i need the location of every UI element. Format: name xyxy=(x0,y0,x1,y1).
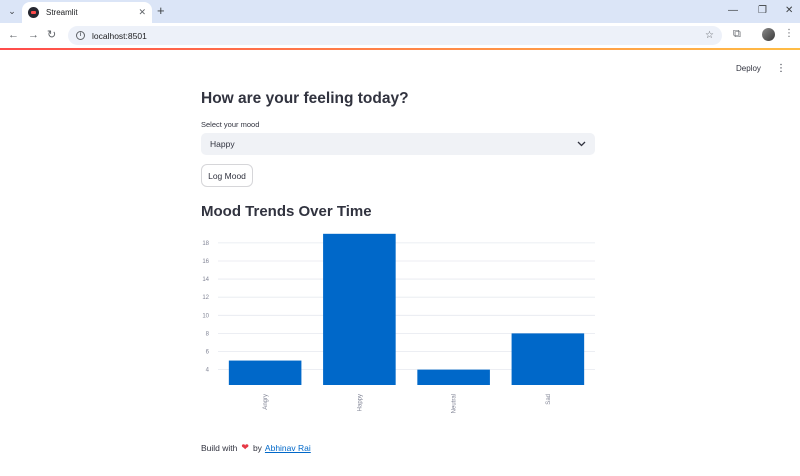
deploy-button[interactable]: Deploy xyxy=(736,64,761,73)
app-menu-icon[interactable]: ⋮ xyxy=(776,63,786,75)
footer-prefix: Build with xyxy=(201,442,238,453)
page-title: How are your feeling today? xyxy=(201,90,409,107)
site-info-icon[interactable]: i xyxy=(76,31,85,40)
footer: Build with ❤ by Abhinav Rai xyxy=(201,442,311,453)
new-tab-icon[interactable]: + xyxy=(157,3,165,19)
tab-search-icon[interactable]: ⌄ xyxy=(4,3,20,19)
y-tick-label-10: 10 xyxy=(202,313,209,319)
chart-title: Mood Trends Over Time xyxy=(201,203,372,220)
tab-title: Streamlit xyxy=(46,8,78,17)
profile-avatar[interactable] xyxy=(762,28,775,41)
y-tick-label-8: 8 xyxy=(206,331,210,337)
reload-icon[interactable]: ↻ xyxy=(47,28,56,42)
browser-tab-bar: ⌄ Streamlit ✕ + — ❐ ✕ xyxy=(0,0,800,23)
author-link[interactable]: Abhinav Rai xyxy=(265,443,311,453)
back-icon[interactable]: ← xyxy=(8,28,19,42)
footer-by: by xyxy=(252,442,262,453)
y-tick-label-14: 14 xyxy=(202,277,209,283)
mood-select-value: Happy xyxy=(210,139,235,149)
bar-neutral xyxy=(417,369,490,385)
extensions-icon[interactable]: ⧉ xyxy=(733,28,741,41)
bar-sad xyxy=(511,333,585,385)
url-text[interactable]: localhost:8501 xyxy=(92,31,705,41)
streamlit-decoration-bar xyxy=(0,48,800,50)
y-tick-label-6: 6 xyxy=(206,350,210,356)
tab-close-icon[interactable]: ✕ xyxy=(138,7,146,18)
bar-angry xyxy=(228,360,302,385)
y-tick-label-4: 4 xyxy=(206,368,210,374)
x-tick-label-neutral: Neutral xyxy=(452,394,458,413)
y-tick-label-12: 12 xyxy=(202,295,209,301)
streamlit-favicon-icon xyxy=(28,7,39,18)
forward-icon[interactable]: → xyxy=(28,28,39,42)
y-tick-label-16: 16 xyxy=(202,259,209,265)
address-bar[interactable]: i localhost:8501 ☆ xyxy=(68,26,722,45)
mood-bar-chart: 4 6 8 10 12 14 16 18 Angry Happy Neutral Sad xyxy=(202,233,595,413)
x-tick-label-sad: Sad xyxy=(546,394,552,405)
browser-toolbar: ← → ↻ i localhost:8501 ☆ ⧉ ⋮ xyxy=(0,23,800,48)
bookmark-star-icon[interactable]: ☆ xyxy=(705,30,714,41)
x-tick-label-angry: Angry xyxy=(263,394,269,410)
chevron-down-icon xyxy=(576,139,586,149)
window-close-icon[interactable]: ✕ xyxy=(785,4,793,18)
restore-icon[interactable]: ❐ xyxy=(758,4,767,18)
x-tick-label-happy: Happy xyxy=(357,394,363,411)
browser-menu-icon[interactable]: ⋮ xyxy=(784,28,794,40)
bar-happy xyxy=(323,233,396,385)
heart-icon: ❤ xyxy=(241,442,249,452)
mood-select-label: Select your mood xyxy=(201,120,260,129)
y-tick-label-18: 18 xyxy=(202,241,209,247)
browser-tab[interactable]: Streamlit ✕ xyxy=(22,2,152,23)
minimize-icon[interactable]: — xyxy=(728,4,738,18)
mood-select[interactable]: Happy xyxy=(201,133,595,155)
log-mood-button[interactable]: Log Mood xyxy=(201,164,253,187)
